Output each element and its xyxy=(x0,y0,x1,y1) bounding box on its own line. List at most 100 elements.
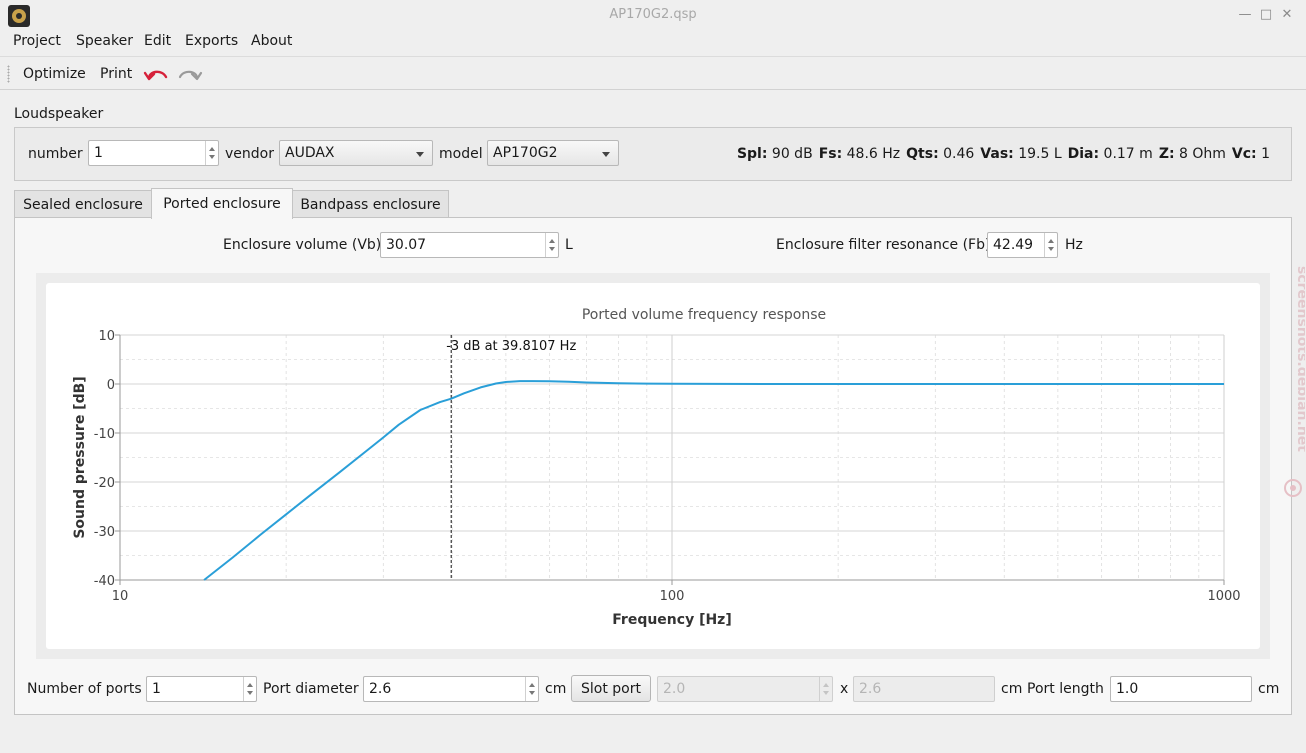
model-select[interactable]: AP170G2 xyxy=(487,140,619,166)
spin-down-icon[interactable] xyxy=(1048,247,1054,251)
enclosure-volume-label: Enclosure volume (Vb) xyxy=(223,237,382,253)
speaker-specs: Spl: 90 dB Fs: 48.6 Hz Qts: 0.46 Vas: 19.5 … xyxy=(737,146,1276,162)
spec-name: Dia: xyxy=(1067,146,1100,162)
menu-exports[interactable]: Exports xyxy=(185,33,238,49)
spin-down-icon[interactable] xyxy=(247,691,253,695)
volume-unit: L xyxy=(565,237,573,253)
port-length-value: 1.0 xyxy=(1116,681,1139,697)
chevron-down-icon xyxy=(602,152,610,157)
spec-name: Z: xyxy=(1158,146,1175,162)
optimize-button[interactable]: Optimize xyxy=(23,66,86,82)
spin-up-icon[interactable] xyxy=(247,683,253,687)
title-bar: AP170G2.qsp — □ ✕ xyxy=(0,0,1306,30)
debian-swirl-dot xyxy=(1290,485,1296,491)
fb-spinbox[interactable]: 42.49 xyxy=(987,232,1058,258)
fb-unit: Hz xyxy=(1065,237,1083,253)
vendor-select[interactable]: AUDAX xyxy=(279,140,433,166)
model-value: AP170G2 xyxy=(493,145,558,161)
vendor-label: vendor xyxy=(225,146,274,162)
slot-height-field: 2.6 xyxy=(853,676,995,702)
spin-arrows xyxy=(819,677,832,701)
x-tick-label: 1000 xyxy=(1207,589,1240,604)
enclosure-volume-value: 30.07 xyxy=(386,237,427,253)
chevron-down-icon xyxy=(416,152,424,157)
toolbar: Optimize Print xyxy=(0,56,1306,90)
number-of-ports-spinbox[interactable]: 1 xyxy=(146,676,257,702)
spin-up-icon[interactable] xyxy=(549,239,555,243)
enclosure-volume-spinbox[interactable]: 30.07 xyxy=(380,232,559,258)
spin-down-icon[interactable] xyxy=(209,155,215,159)
loudspeaker-group: number 1 vendor AUDAX model AP170G2 Spl:… xyxy=(14,127,1292,181)
y-axis-label: Sound pressure [dB] xyxy=(72,376,88,538)
watermark: screenshots.debian.net xyxy=(1284,266,1305,497)
undo-icon[interactable] xyxy=(143,65,169,85)
spin-down-icon[interactable] xyxy=(549,247,555,251)
slot-width-spinbox: 2.0 xyxy=(657,676,833,702)
tab-ported-enclosure[interactable]: Ported enclosure xyxy=(151,188,293,219)
menu-speaker[interactable]: Speaker xyxy=(76,33,133,49)
y-tick-label: -10 xyxy=(94,427,115,442)
y-tick-label: -40 xyxy=(94,574,115,589)
spec-name: Qts: xyxy=(906,146,939,162)
spin-up-icon[interactable] xyxy=(209,147,215,151)
y-tick-label: 10 xyxy=(98,329,115,344)
series-line xyxy=(203,380,1224,581)
port-length-field[interactable]: 1.0 xyxy=(1110,676,1252,702)
chart-canvas: 10 0 -10 -20 -30 -40 10 100 1000 Ported volume fr… xyxy=(46,283,1260,649)
minimize-icon[interactable]: — xyxy=(1237,7,1253,23)
slot-width-value: 2.0 xyxy=(663,681,686,697)
spec-qts: Qts: 0.46 xyxy=(906,146,975,162)
spin-up-icon[interactable] xyxy=(529,683,535,687)
menu-bar: Project Speaker Edit Exports About xyxy=(0,30,1306,54)
window-title: AP170G2.qsp xyxy=(609,7,697,22)
spin-arrows[interactable] xyxy=(1044,233,1057,257)
number-of-ports-label: Number of ports xyxy=(27,681,142,697)
vendor-value: AUDAX xyxy=(285,145,335,161)
spin-down-icon[interactable] xyxy=(529,691,535,695)
spin-up-icon[interactable] xyxy=(1048,239,1054,243)
spin-arrows[interactable] xyxy=(243,677,256,701)
speaker-number-spinbox[interactable]: 1 xyxy=(88,140,219,166)
port-length-label: Port length xyxy=(1027,681,1104,697)
maximize-icon[interactable]: □ xyxy=(1258,7,1274,23)
menu-about[interactable]: About xyxy=(251,33,292,49)
spec-vas: Vas: 19.5 L xyxy=(980,146,1062,162)
port-diameter-label: Port diameter xyxy=(263,681,359,697)
model-label: model xyxy=(439,146,483,162)
spec-name: Fs: xyxy=(818,146,843,162)
spin-arrows[interactable] xyxy=(525,677,538,701)
ports-value: 1 xyxy=(152,681,161,697)
port-diameter-spinbox[interactable]: 2.6 xyxy=(363,676,539,702)
tab-bandpass-enclosure[interactable]: Bandpass enclosure xyxy=(292,190,449,218)
spec-spl: Spl: 90 dB xyxy=(736,146,813,162)
x-tick-label: 100 xyxy=(660,589,685,604)
y-tick-label: -20 xyxy=(94,476,115,491)
speaker-number-value: 1 xyxy=(94,145,103,161)
redo-icon[interactable] xyxy=(177,65,203,85)
port-diameter-value: 2.6 xyxy=(369,681,392,697)
x-axis-label: Frequency [Hz] xyxy=(612,612,731,628)
spin-arrows[interactable] xyxy=(205,141,218,165)
spin-down-icon xyxy=(823,691,829,695)
loudspeaker-section-title: Loudspeaker xyxy=(14,106,104,122)
menu-edit[interactable]: Edit xyxy=(144,33,171,49)
fb-label: Enclosure filter resonance (Fb) xyxy=(776,237,991,253)
slot-unit: cm xyxy=(1001,681,1023,697)
watermark-text: screenshots.debian.net xyxy=(1294,266,1305,452)
spec-vc: Vc: 1 xyxy=(1231,146,1270,162)
frequency-response-chart: 100-10-20-30-4010 100 1000Ported volume fr… xyxy=(72,307,1241,628)
spin-up-icon xyxy=(823,683,829,687)
slot-port-button[interactable]: Slot port xyxy=(571,675,651,702)
spec-name: Vas: xyxy=(980,146,1014,162)
y-tick-label: -30 xyxy=(94,525,115,540)
close-icon[interactable]: ✕ xyxy=(1279,7,1295,23)
print-button[interactable]: Print xyxy=(100,66,132,82)
toolbar-grip[interactable] xyxy=(7,65,10,83)
slot-times-label: x xyxy=(840,681,849,697)
length-unit: cm xyxy=(1258,681,1280,697)
chart-title: Ported volume frequency response xyxy=(582,307,826,323)
tab-sealed-enclosure[interactable]: Sealed enclosure xyxy=(14,190,152,218)
menu-project[interactable]: Project xyxy=(13,33,61,49)
slot-height-value: 2.6 xyxy=(859,681,882,697)
spin-arrows[interactable] xyxy=(545,233,558,257)
